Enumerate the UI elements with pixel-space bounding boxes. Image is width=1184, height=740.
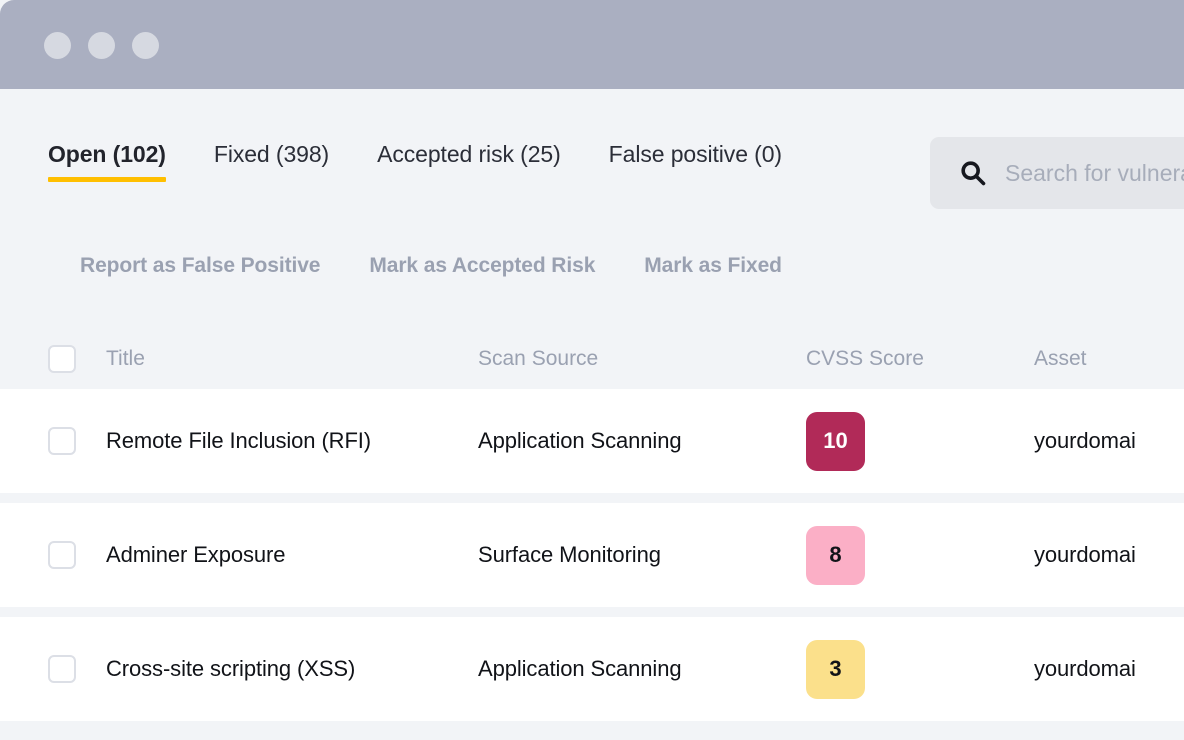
cell-title: Adminer Exposure xyxy=(106,542,478,568)
vulnerabilities-page: Open (102) Fixed (398) Accepted risk (25… xyxy=(0,89,1184,740)
status-tabs: Open (102) Fixed (398) Accepted risk (25… xyxy=(48,141,782,182)
traffic-light-group xyxy=(44,32,159,59)
report-as-false-positive-button[interactable]: Report as False Positive xyxy=(80,254,320,278)
tab-false-positive[interactable]: False positive (0) xyxy=(609,141,782,182)
minimize-window-button[interactable] xyxy=(88,32,115,59)
maximize-window-button[interactable] xyxy=(132,32,159,59)
tab-fixed-label: Fixed (398) xyxy=(214,141,329,167)
cvss-score-badge: 3 xyxy=(806,640,865,699)
cell-title: Remote File Inclusion (RFI) xyxy=(106,428,478,454)
tab-accepted-risk-label: Accepted risk (25) xyxy=(377,141,561,167)
tab-accepted-risk[interactable]: Accepted risk (25) xyxy=(377,141,561,182)
cell-cvss-score: 8 xyxy=(806,526,1034,585)
row-checkbox[interactable] xyxy=(48,541,76,569)
row-checkbox[interactable] xyxy=(48,427,76,455)
cell-asset: yourdomai xyxy=(1034,542,1184,568)
close-window-button[interactable] xyxy=(44,32,71,59)
cell-title: Cross-site scripting (XSS) xyxy=(106,656,478,682)
table-row[interactable]: Adminer Exposure Surface Monitoring 8 yo… xyxy=(0,503,1184,607)
cell-asset: yourdomai xyxy=(1034,656,1184,682)
bulk-actions-bar: Report as False Positive Mark as Accepte… xyxy=(80,254,782,278)
cvss-score-badge: 10 xyxy=(806,412,865,471)
mark-as-accepted-risk-button[interactable]: Mark as Accepted Risk xyxy=(369,254,595,278)
cvss-score-badge: 8 xyxy=(806,526,865,585)
tab-fixed[interactable]: Fixed (398) xyxy=(214,141,329,182)
select-all-cell xyxy=(48,345,106,373)
cell-cvss-score: 10 xyxy=(806,412,1034,471)
cell-asset: yourdomai xyxy=(1034,428,1184,454)
cell-scan-source: Application Scanning xyxy=(478,656,806,682)
tab-open-label: Open (102) xyxy=(48,141,166,167)
cell-cvss-score: 3 xyxy=(806,640,1034,699)
cell-scan-source: Surface Monitoring xyxy=(478,542,806,568)
window-title-bar xyxy=(0,0,1184,89)
column-header-cvss-score[interactable]: CVSS Score xyxy=(806,347,1034,371)
search-icon xyxy=(959,159,987,187)
column-header-title[interactable]: Title xyxy=(106,347,478,371)
row-select-cell xyxy=(48,541,106,569)
row-select-cell xyxy=(48,655,106,683)
tab-false-positive-label: False positive (0) xyxy=(609,141,782,167)
mark-as-fixed-button[interactable]: Mark as Fixed xyxy=(644,254,782,278)
select-all-checkbox[interactable] xyxy=(48,345,76,373)
vulnerabilities-table: Title Scan Source CVSS Score Asset Remot… xyxy=(0,329,1184,731)
row-checkbox[interactable] xyxy=(48,655,76,683)
tab-open[interactable]: Open (102) xyxy=(48,141,166,182)
search-box[interactable] xyxy=(930,137,1184,209)
table-header-row: Title Scan Source CVSS Score Asset xyxy=(0,329,1184,389)
table-row[interactable]: Cross-site scripting (XSS) Application S… xyxy=(0,617,1184,721)
row-select-cell xyxy=(48,427,106,455)
search-input[interactable] xyxy=(1005,160,1184,187)
column-header-asset[interactable]: Asset xyxy=(1034,347,1184,371)
table-row[interactable]: Remote File Inclusion (RFI) Application … xyxy=(0,389,1184,493)
cell-scan-source: Application Scanning xyxy=(478,428,806,454)
column-header-scan-source[interactable]: Scan Source xyxy=(478,347,806,371)
